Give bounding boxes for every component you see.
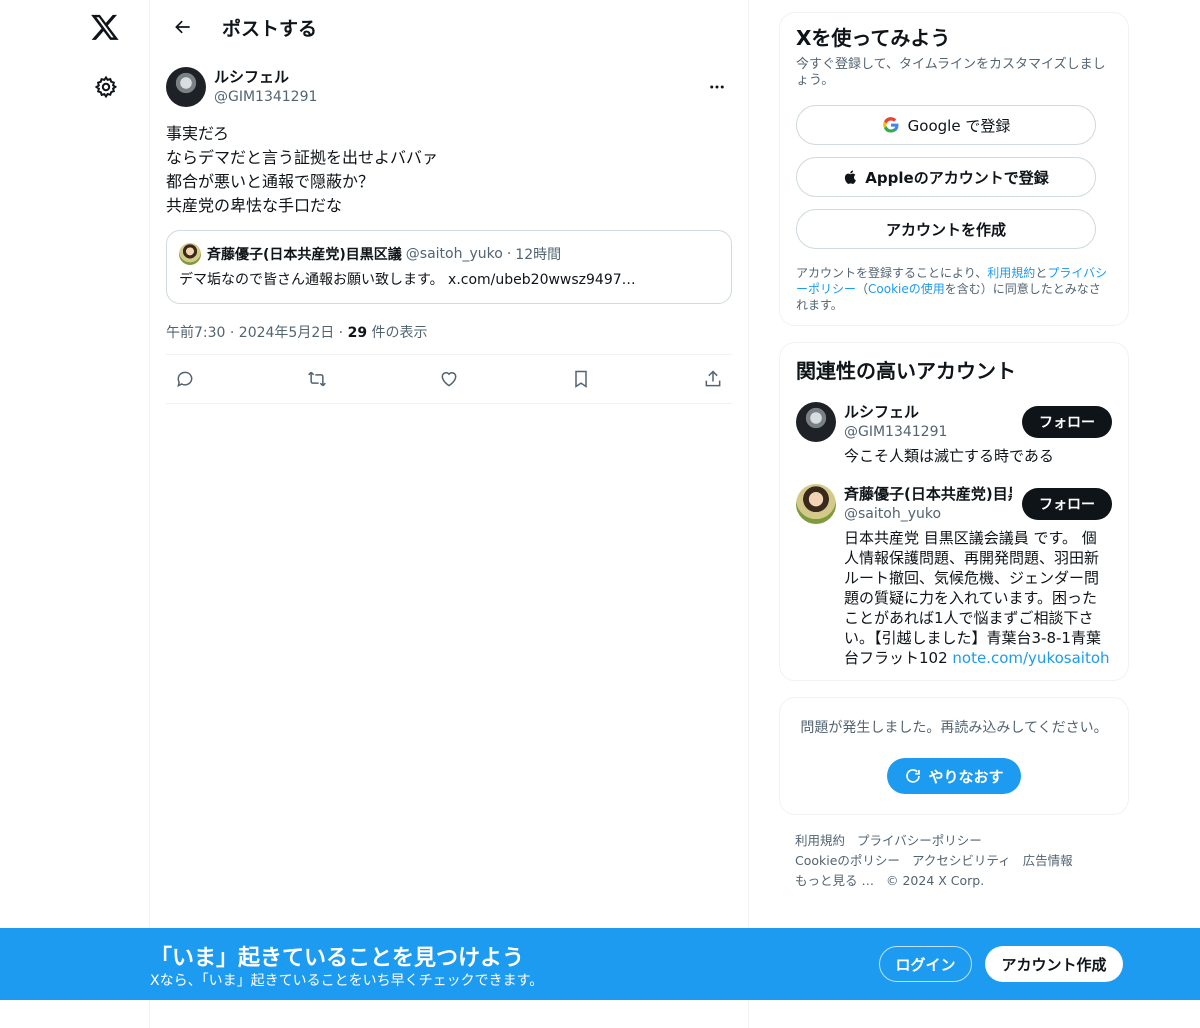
avatar[interactable] (166, 67, 206, 107)
avatar (179, 243, 201, 265)
author-handle[interactable]: @GIM1341291 (214, 87, 317, 107)
create-account-button[interactable]: アカウントを作成 (796, 209, 1096, 249)
avatar[interactable] (796, 484, 836, 524)
quoted-author-name: 斉藤優子(日本共産党)目黒区議 (207, 247, 402, 263)
post-actions (166, 354, 732, 404)
signup-card: Xを使ってみよう 今すぐ登録して、タイムラインをカスタマイズしましょう。 Goo… (779, 12, 1129, 326)
banner-title: 「いま」起きていることを見つけよう (150, 946, 525, 971)
retry-button[interactable]: やりなおす (887, 758, 1021, 794)
signup-banner: 「いま」起きていることを見つけよう Xなら、「いま」起きていることをいち早くチェ… (0, 928, 1200, 1000)
terms-pre: アカウントを登録することにより、 (796, 266, 988, 280)
bookmark-icon[interactable] (566, 364, 596, 394)
settings-gear-icon[interactable] (91, 72, 121, 102)
related-account[interactable]: 斉藤優子(日本共産党)目黒区議 @saitoh_yuko 日本共産党 目黒区議会… (796, 484, 1112, 668)
google-signup-label: Google で登録 (907, 116, 1011, 135)
google-icon (882, 117, 899, 133)
follow-button[interactable]: フォロー (1022, 406, 1112, 438)
login-button[interactable]: ログイン (879, 946, 972, 982)
post: ルシフェル @GIM1341291 事実だろ ならデマだと言う証拠を出せよババァ… (150, 54, 748, 404)
related-name[interactable]: 斉藤優子(日本共産党)目黒区議 (844, 484, 1012, 504)
quoted-post-header: 斉藤優子(日本共産党)目黒区議 @saitoh_yuko · 12時間 (179, 243, 719, 265)
quoted-author-handle: @saitoh_yuko (405, 246, 503, 262)
footer-links: 利用規約 プライバシーポリシー Cookieのポリシー アクセシビリティ 広告情報 も… (779, 831, 1129, 891)
avatar[interactable] (796, 402, 836, 442)
more-options-icon[interactable] (702, 72, 732, 102)
view-label: 件の表示 (367, 325, 428, 341)
refresh-icon (906, 769, 921, 783)
main-column: ポストする ルシフェル @GIM1341291 事実だろ ならデマだと言う証拠を… (149, 0, 749, 1028)
footer-link[interactable]: 広告情報 (1023, 853, 1073, 868)
left-nav (0, 0, 150, 1028)
related-title: 関連性の高いアカウント (796, 359, 1016, 383)
post-text: 事実だろ ならデマだと言う証拠を出せよババァ 都合が悪いと通報で隠蔽か？ 共産党… (166, 122, 732, 218)
related-account[interactable]: ルシフェル @GIM1341291 今こそ人類は滅亡する時である フォロー (796, 402, 1112, 466)
page-header: ポストする (150, 0, 748, 54)
apple-signup-label: Appleのアカウントで登録 (865, 168, 1049, 187)
page-title: ポストする (222, 17, 318, 40)
error-card: 問題が発生しました。再読み込みしてください。 やりなおす (779, 697, 1129, 815)
share-icon[interactable] (698, 364, 728, 394)
author-names: ルシフェル @GIM1341291 (214, 67, 317, 107)
timestamp-text[interactable]: 午前7:30 · 2024年5月2日 · (166, 325, 348, 341)
retry-label: やりなおす (928, 767, 1004, 786)
footer-link[interactable]: アクセシビリティ (912, 853, 1011, 868)
apple-signup-button[interactable]: Appleのアカウントで登録 (796, 157, 1096, 197)
google-signup-button[interactable]: Google で登録 (796, 105, 1096, 145)
signup-title: Xを使ってみよう (796, 26, 951, 50)
copyright: © 2024 X Corp. (885, 873, 985, 888)
follow-button[interactable]: フォロー (1022, 488, 1112, 520)
back-arrow-icon[interactable] (166, 10, 200, 44)
post-line: 共産党の卑怯な手口だな (166, 196, 343, 215)
footer-link[interactable]: Cookieのポリシー (795, 853, 900, 868)
like-heart-icon[interactable] (434, 364, 464, 394)
quoted-time: 12時間 (515, 247, 562, 263)
related-bio: 日本共産党 目黒区議会議員 です。 個人情報保護問題、再開発問題、羽田新ルート撤… (844, 528, 1110, 668)
post-timestamp: 午前7:30 · 2024年5月2日 · 29 件の表示 (166, 322, 732, 342)
footer-link[interactable]: プライバシーポリシー (857, 833, 982, 848)
view-count: 29 (347, 325, 368, 341)
signup-subtitle: 今すぐ登録して、タイムラインをカスタマイズしましょう。 (796, 57, 1106, 88)
terms-text: アカウントを登録することにより、利用規約とプライバシーポリシー（Cookieの使… (796, 265, 1112, 313)
repost-icon[interactable] (302, 364, 332, 394)
post-line: ならデマだと言う証拠を出せよババァ (166, 148, 439, 167)
dot-separator: · (506, 246, 512, 262)
author-name[interactable]: ルシフェル (214, 67, 317, 87)
terms-link[interactable]: 利用規約 (987, 266, 1035, 280)
related-bio: 今こそ人類は滅亡する時である (844, 447, 1054, 465)
related-bio-text: 日本共産党 目黒区議会議員 です。 個人情報保護問題、再開発問題、羽田新ルート撤… (844, 529, 1101, 667)
banner-subtitle: Xなら、「いま」起きていることをいち早くチェックできます。 (150, 973, 544, 989)
related-accounts-card: 関連性の高いアカウント ルシフェル @GIM1341291 今こそ人類は滅亡する… (779, 342, 1129, 681)
post-line: 都合が悪いと通報で隠蔽か？ (166, 172, 375, 191)
post-author-row: ルシフェル @GIM1341291 (166, 66, 732, 108)
error-message: 問題が発生しました。再読み込みしてください。 (800, 720, 1108, 736)
quoted-post-text: デマ垢なので皆さん通報お願い致します。 x.com/ubeb20wwsz9497… (179, 272, 636, 288)
apple-icon (845, 170, 857, 184)
reply-icon[interactable] (170, 364, 200, 394)
quoted-post[interactable]: 斉藤優子(日本共産党)目黒区議 @saitoh_yuko · 12時間 デマ垢な… (166, 230, 732, 304)
terms-and: と (1035, 266, 1048, 280)
related-bio-link[interactable]: note.com/yukosaitoh (952, 649, 1109, 667)
signup-button[interactable]: アカウント作成 (985, 946, 1123, 982)
footer-link[interactable]: 利用規約 (795, 833, 845, 848)
footer-link[interactable]: もっと見る … (795, 873, 874, 888)
post-line: 事実だろ (166, 124, 230, 143)
right-sidebar: Xを使ってみよう 今すぐ登録して、タイムラインをカスタマイズしましょう。 Goo… (779, 12, 1129, 891)
x-logo-icon[interactable] (88, 10, 122, 44)
create-account-label: アカウントを作成 (885, 220, 1006, 239)
cookie-link[interactable]: Cookieの使用 (868, 282, 945, 296)
terms-paren: （ (856, 282, 869, 296)
related-name[interactable]: ルシフェル (844, 402, 1012, 422)
